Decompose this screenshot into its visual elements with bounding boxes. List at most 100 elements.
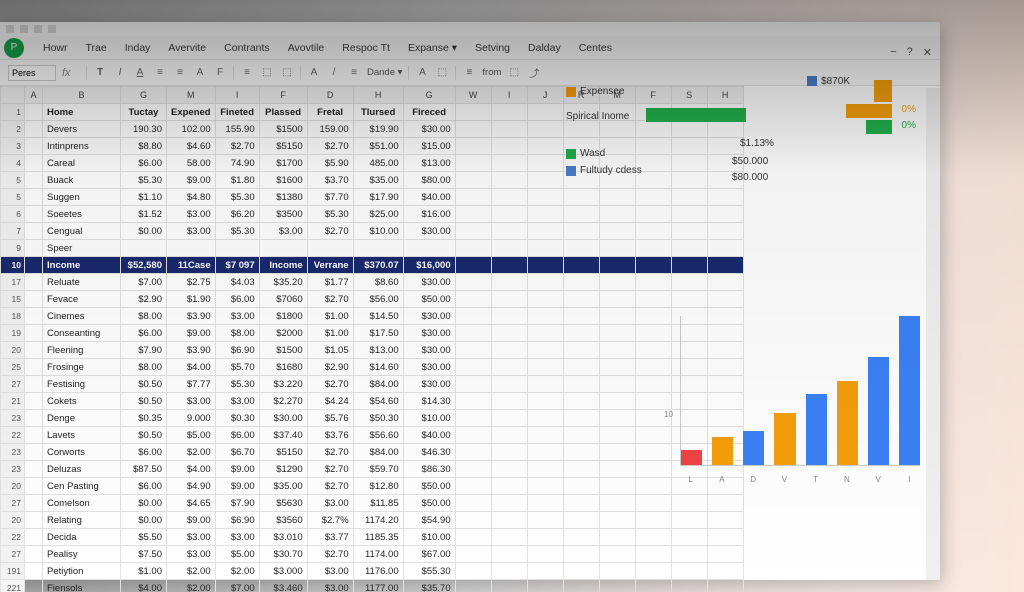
cell[interactable]: $5150 [259,138,307,155]
cell[interactable]: $7.00 [215,580,259,592]
cell[interactable]: $3.70 [307,172,353,189]
cell[interactable]: Reluate [43,274,121,291]
cell[interactable]: Frosinge [43,359,121,376]
cell[interactable]: $35.00 [353,172,403,189]
from-label[interactable]: from [482,67,501,78]
align-left-icon[interactable]: ≡ [153,66,167,80]
cell[interactable]: $5150 [259,444,307,461]
cell[interactable]: $4.00 [167,359,216,376]
row-header[interactable]: 27 [1,495,25,512]
cell[interactable]: Fevace [43,291,121,308]
cell[interactable]: $3.00 [259,223,307,240]
cell[interactable]: $30.00 [403,274,455,291]
cell[interactable]: Cengual [43,223,121,240]
cell[interactable]: 485.00 [353,155,403,172]
cell[interactable]: $46.30 [403,444,455,461]
column-header[interactable]: A [25,87,43,104]
cell[interactable]: $54.90 [403,512,455,529]
row-header[interactable]: 17 [1,274,25,291]
column-header[interactable]: B [43,87,121,104]
help-button[interactable]: ? [907,46,913,59]
column-header[interactable]: M [167,87,216,104]
cell[interactable]: $50.00 [403,495,455,512]
box-icon[interactable]: ⬚ [507,66,521,80]
cell[interactable]: $8.60 [353,274,403,291]
cell[interactable]: $19.90 [353,121,403,138]
font-color-icon[interactable]: A [133,66,147,80]
cell[interactable]: $13.00 [353,342,403,359]
app-icon[interactable]: P [4,38,24,58]
cell[interactable]: $8.00 [121,359,167,376]
row-header[interactable]: 6 [1,206,25,223]
cell[interactable]: $2.90 [307,359,353,376]
column-header[interactable]: M [599,87,635,104]
cell[interactable]: Cokets [43,393,121,410]
cell[interactable]: $37.40 [259,427,307,444]
align-icon[interactable]: ≡ [240,66,254,80]
cell[interactable]: $1.05 [307,342,353,359]
cell[interactable]: $2000 [259,325,307,342]
column-header[interactable]: G [121,87,167,104]
cell[interactable]: $35.00 [259,478,307,495]
cell[interactable]: $17.90 [353,189,403,206]
cell[interactable]: Deluzas [43,461,121,478]
cell[interactable]: $0.30 [215,410,259,427]
cell[interactable]: $3.90 [167,308,216,325]
cell[interactable]: $7 097 [215,257,259,274]
cell[interactable]: $3.00 [167,529,216,546]
cell[interactable]: $1.00 [121,563,167,580]
cell[interactable]: 190.30 [121,121,167,138]
cell[interactable]: $17.50 [353,325,403,342]
cell[interactable]: $7.70 [307,189,353,206]
cell[interactable]: Tlursed [353,104,403,121]
cell[interactable]: $50.00 [403,291,455,308]
cell[interactable]: $3.00 [215,393,259,410]
menu-item[interactable]: Avovtile [279,42,334,54]
cell[interactable]: $9.00 [167,325,216,342]
row-header[interactable]: 18 [1,308,25,325]
cell[interactable]: $10.00 [403,529,455,546]
cell[interactable]: $2.270 [259,393,307,410]
cell[interactable]: $25.00 [353,206,403,223]
cell[interactable]: $6.00 [121,478,167,495]
cell[interactable]: 11Case [167,257,216,274]
cell[interactable]: Intinprens [43,138,121,155]
format-dropdown[interactable]: Dande ▾ [367,67,402,78]
cell[interactable]: $3500 [259,206,307,223]
cell[interactable]: $6.90 [215,342,259,359]
cell[interactable]: $54.60 [353,393,403,410]
cell[interactable]: $30.00 [403,121,455,138]
align-center-icon[interactable]: ≡ [173,66,187,80]
row-header[interactable]: 10 [1,257,25,274]
cell[interactable]: Fireced [403,104,455,121]
cell[interactable]: $3.00 [307,495,353,512]
cell[interactable]: $5.76 [307,410,353,427]
cell[interactable]: Verrane [307,257,353,274]
cell[interactable]: $1500 [259,342,307,359]
menu-item[interactable]: Setving [466,42,519,54]
cell[interactable]: $3.90 [167,342,216,359]
cell[interactable]: $1.90 [167,291,216,308]
cell[interactable]: $11.85 [353,495,403,512]
cell[interactable]: 1177.00 [353,580,403,592]
cell[interactable] [259,240,307,257]
cell[interactable]: Festising [43,376,121,393]
font-size-icon[interactable]: A [193,66,207,80]
font-icon[interactable]: A [307,66,321,80]
cell[interactable]: $1.10 [121,189,167,206]
column-header[interactable]: H [353,87,403,104]
cell[interactable]: Income [43,257,121,274]
cell[interactable]: $0.50 [121,427,167,444]
cell[interactable]: $4.90 [167,478,216,495]
cell[interactable]: $52,580 [121,257,167,274]
row-header[interactable]: 22 [1,529,25,546]
cell[interactable]: $30.00 [403,223,455,240]
cell[interactable]: $4.00 [167,461,216,478]
row-header[interactable]: 20 [1,478,25,495]
cell[interactable]: 9.000 [167,410,216,427]
cell[interactable]: $6.70 [215,444,259,461]
column-header[interactable]: D [307,87,353,104]
cell[interactable] [307,240,353,257]
cell[interactable]: $30.00 [403,359,455,376]
menu-item[interactable]: Avervite [159,42,215,54]
